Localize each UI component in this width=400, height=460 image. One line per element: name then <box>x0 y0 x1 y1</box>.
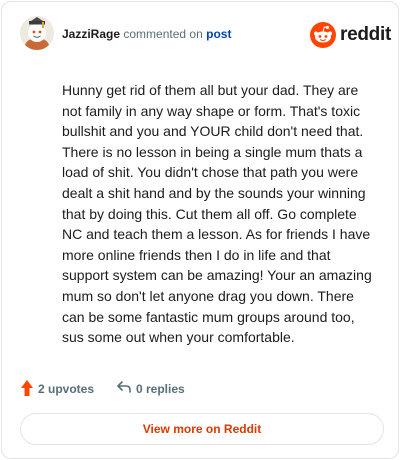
reddit-brand[interactable]: reddit <box>310 21 391 49</box>
upvote-button[interactable]: 2 upvotes <box>20 378 110 400</box>
embedded-comment-card: JazziRage commented on post reddit Hunny… <box>1 1 399 459</box>
comment-header: JazziRage commented on post reddit <box>20 16 391 52</box>
reply-count: 0 replies <box>136 382 185 396</box>
comment-body: Hunny get rid of them all but your dad. … <box>62 82 372 346</box>
upvote-count: 2 upvotes <box>38 382 95 396</box>
reddit-logo-icon <box>310 22 336 48</box>
comment-actions: 2 upvotes 0 replies <box>20 378 380 400</box>
byline-verb: commented on <box>123 27 203 41</box>
user-avatar[interactable] <box>20 16 54 50</box>
upvote-arrow-icon <box>21 380 33 396</box>
comment-byline: JazziRage commented on post <box>62 27 231 41</box>
avatar-icon <box>20 16 54 50</box>
replies-button[interactable]: 0 replies <box>116 378 226 400</box>
reply-arrow-icon <box>117 381 131 393</box>
reddit-wordmark: reddit <box>340 24 391 45</box>
post-link[interactable]: post <box>206 27 231 41</box>
username-link[interactable]: JazziRage <box>62 27 120 41</box>
view-more-button[interactable]: View more on Reddit <box>20 413 384 445</box>
